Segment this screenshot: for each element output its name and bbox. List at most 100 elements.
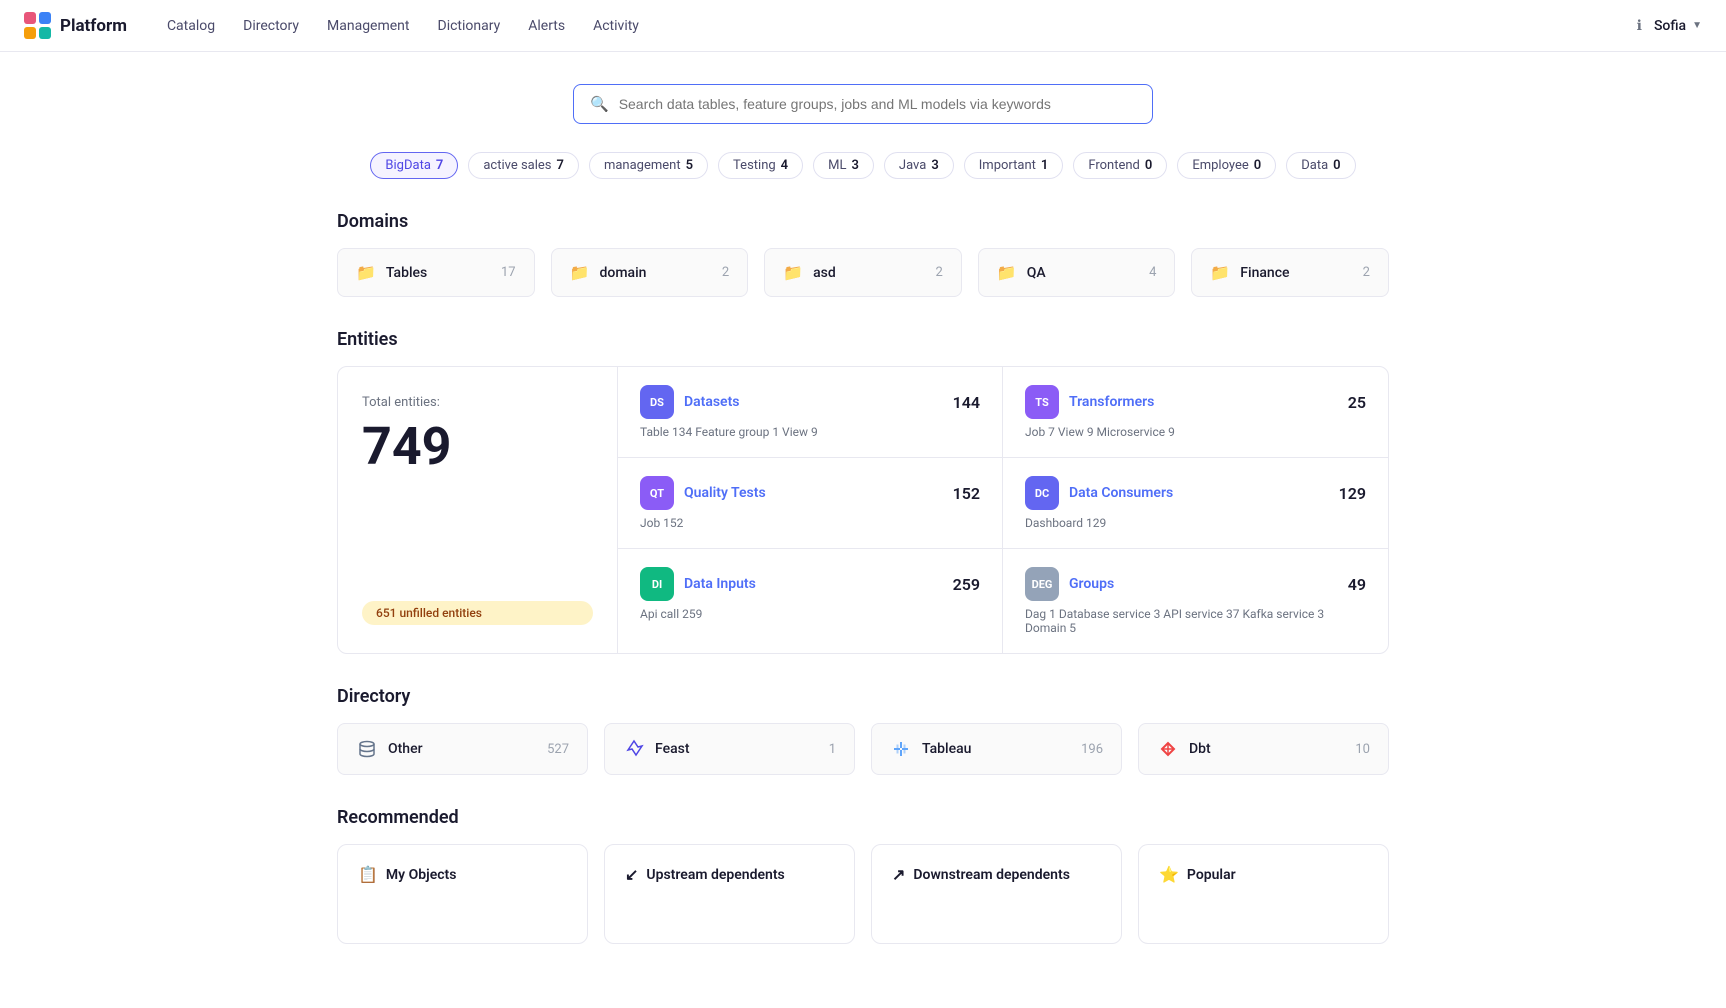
tag-item[interactable]: ML 3 — [813, 152, 874, 179]
nav-alerts[interactable]: Alerts — [528, 18, 565, 34]
domain-count: 2 — [935, 265, 942, 280]
entity-meta: Api call 259 — [640, 607, 980, 621]
dir-left: Tableau — [890, 738, 971, 760]
recommended-card[interactable]: 📋 My Objects — [337, 844, 588, 944]
domains-section: Domains 📁 Tables 17 📁 domain 2 📁 asd 2 📁… — [337, 211, 1389, 297]
dir-icon — [890, 738, 912, 760]
entity-badge: TS — [1025, 385, 1059, 419]
entity-meta: Job 7 View 9 Microservice 9 — [1025, 425, 1366, 439]
brand[interactable]: Platform — [24, 12, 127, 40]
nav-dictionary[interactable]: Dictionary — [438, 18, 501, 34]
tags-section: BigData 7 active sales 7 management 5 Testi… — [337, 152, 1389, 179]
entity-badge: DI — [640, 567, 674, 601]
entity-item: QT Quality Tests 152 Job 152 — [618, 458, 1003, 549]
entity-count: 259 — [953, 575, 980, 594]
recommended-card[interactable]: ↙ Upstream dependents — [604, 844, 855, 944]
tag-item[interactable]: active sales 7 — [468, 152, 579, 179]
user-menu[interactable]: Sofia ▼ — [1654, 18, 1702, 34]
entity-name[interactable]: Data Consumers — [1069, 485, 1173, 501]
tag-count: 7 — [436, 158, 443, 173]
domain-name: Tables — [386, 265, 427, 281]
entity-meta: Dag 1 Database service 3 API service 37 … — [1025, 607, 1366, 635]
recommended-card[interactable]: ↗ Downstream dependents — [871, 844, 1122, 944]
nav-directory[interactable]: Directory — [243, 18, 299, 34]
entities-total-label: Total entities: — [362, 395, 593, 410]
directory-card[interactable]: Other 527 — [337, 723, 588, 775]
entity-header: DI Data Inputs 259 — [640, 567, 980, 601]
dir-icon — [623, 738, 645, 760]
entity-left: QT Quality Tests — [640, 476, 766, 510]
tag-item[interactable]: Employee 0 — [1177, 152, 1276, 179]
domain-card[interactable]: 📁 QA 4 — [978, 248, 1176, 297]
directory-card[interactable]: Tableau 196 — [871, 723, 1122, 775]
domain-card[interactable]: 📁 Finance 2 — [1191, 248, 1389, 297]
directory-card[interactable]: Feast 1 — [604, 723, 855, 775]
domain-left: 📁 QA — [997, 263, 1046, 282]
recommended-section: Recommended 📋 My Objects ↙ Upstream depe… — [337, 807, 1389, 944]
domain-card[interactable]: 📁 domain 2 — [551, 248, 749, 297]
dir-count: 1 — [829, 742, 836, 757]
folder-icon: 📁 — [783, 263, 803, 282]
tag-item[interactable]: Important 1 — [964, 152, 1064, 179]
domain-card[interactable]: 📁 asd 2 — [764, 248, 962, 297]
brand-logo — [24, 12, 52, 40]
entity-left: TS Transformers — [1025, 385, 1154, 419]
domain-card[interactable]: 📁 Tables 17 — [337, 248, 535, 297]
entity-left: DEG Groups — [1025, 567, 1114, 601]
nav-activity[interactable]: Activity — [593, 18, 639, 34]
entity-left: DS Datasets — [640, 385, 740, 419]
dir-name: Dbt — [1189, 741, 1211, 757]
domains-grid: 📁 Tables 17 📁 domain 2 📁 asd 2 📁 QA 4 📁 … — [337, 248, 1389, 297]
entities-title: Entities — [337, 329, 1389, 350]
tag-label: Frontend — [1088, 158, 1140, 173]
dir-name: Tableau — [922, 741, 971, 757]
directory-grid: Other 527 Feast 1 Tableau 196 Dbt 10 — [337, 723, 1389, 775]
entity-name[interactable]: Datasets — [684, 394, 740, 410]
folder-icon: 📁 — [570, 263, 590, 282]
domain-count: 17 — [501, 265, 516, 280]
entity-header: DEG Groups 49 — [1025, 567, 1366, 601]
entity-header: DS Datasets 144 — [640, 385, 980, 419]
info-icon[interactable]: ℹ — [1637, 18, 1642, 34]
tag-label: Testing — [733, 158, 776, 173]
rec-label: Popular — [1187, 867, 1236, 883]
entity-name[interactable]: Data Inputs — [684, 576, 756, 592]
entities-total-num: 749 — [362, 416, 593, 477]
tag-item[interactable]: Java 3 — [884, 152, 954, 179]
domain-name: asd — [813, 265, 836, 281]
tag-label: Important — [979, 158, 1036, 173]
entity-count: 144 — [953, 393, 980, 412]
entity-meta: Job 152 — [640, 516, 980, 530]
dir-left: Other — [356, 738, 423, 760]
recommended-grid: 📋 My Objects ↙ Upstream dependents ↗ Dow… — [337, 844, 1389, 944]
tag-item[interactable]: BigData 7 — [370, 152, 458, 179]
entity-left: DC Data Consumers — [1025, 476, 1173, 510]
dir-count: 527 — [547, 742, 569, 757]
domain-left: 📁 asd — [783, 263, 836, 282]
entity-header: QT Quality Tests 152 — [640, 476, 980, 510]
recommended-card[interactable]: ⭐ Popular — [1138, 844, 1389, 944]
search-input[interactable] — [619, 96, 1136, 112]
main-content: 🔍 BigData 7active sales 7management 5Tes… — [313, 52, 1413, 1008]
entities-card: Total entities: 749 651 unfilled entitie… — [337, 366, 1389, 654]
tag-item[interactable]: Testing 4 — [718, 152, 803, 179]
logo-dot-teal — [39, 27, 51, 39]
tag-item[interactable]: Data 0 — [1286, 152, 1355, 179]
entity-name[interactable]: Groups — [1069, 576, 1114, 592]
entity-name[interactable]: Transformers — [1069, 394, 1154, 410]
nav-management[interactable]: Management — [327, 18, 409, 34]
logo-dot-pink — [24, 12, 36, 24]
entity-name[interactable]: Quality Tests — [684, 485, 766, 501]
dir-left: Feast — [623, 738, 689, 760]
entity-badge: QT — [640, 476, 674, 510]
tag-item[interactable]: management 5 — [589, 152, 708, 179]
tag-label: active sales — [483, 158, 551, 173]
domain-name: domain — [600, 265, 647, 281]
entity-header: TS Transformers 25 — [1025, 385, 1366, 419]
nav-catalog[interactable]: Catalog — [167, 18, 215, 34]
rec-icon: ⭐ — [1159, 865, 1179, 884]
entities-summary: Total entities: 749 651 unfilled entitie… — [338, 367, 618, 653]
domain-name: Finance — [1240, 265, 1289, 281]
tag-item[interactable]: Frontend 0 — [1073, 152, 1167, 179]
directory-card[interactable]: Dbt 10 — [1138, 723, 1389, 775]
